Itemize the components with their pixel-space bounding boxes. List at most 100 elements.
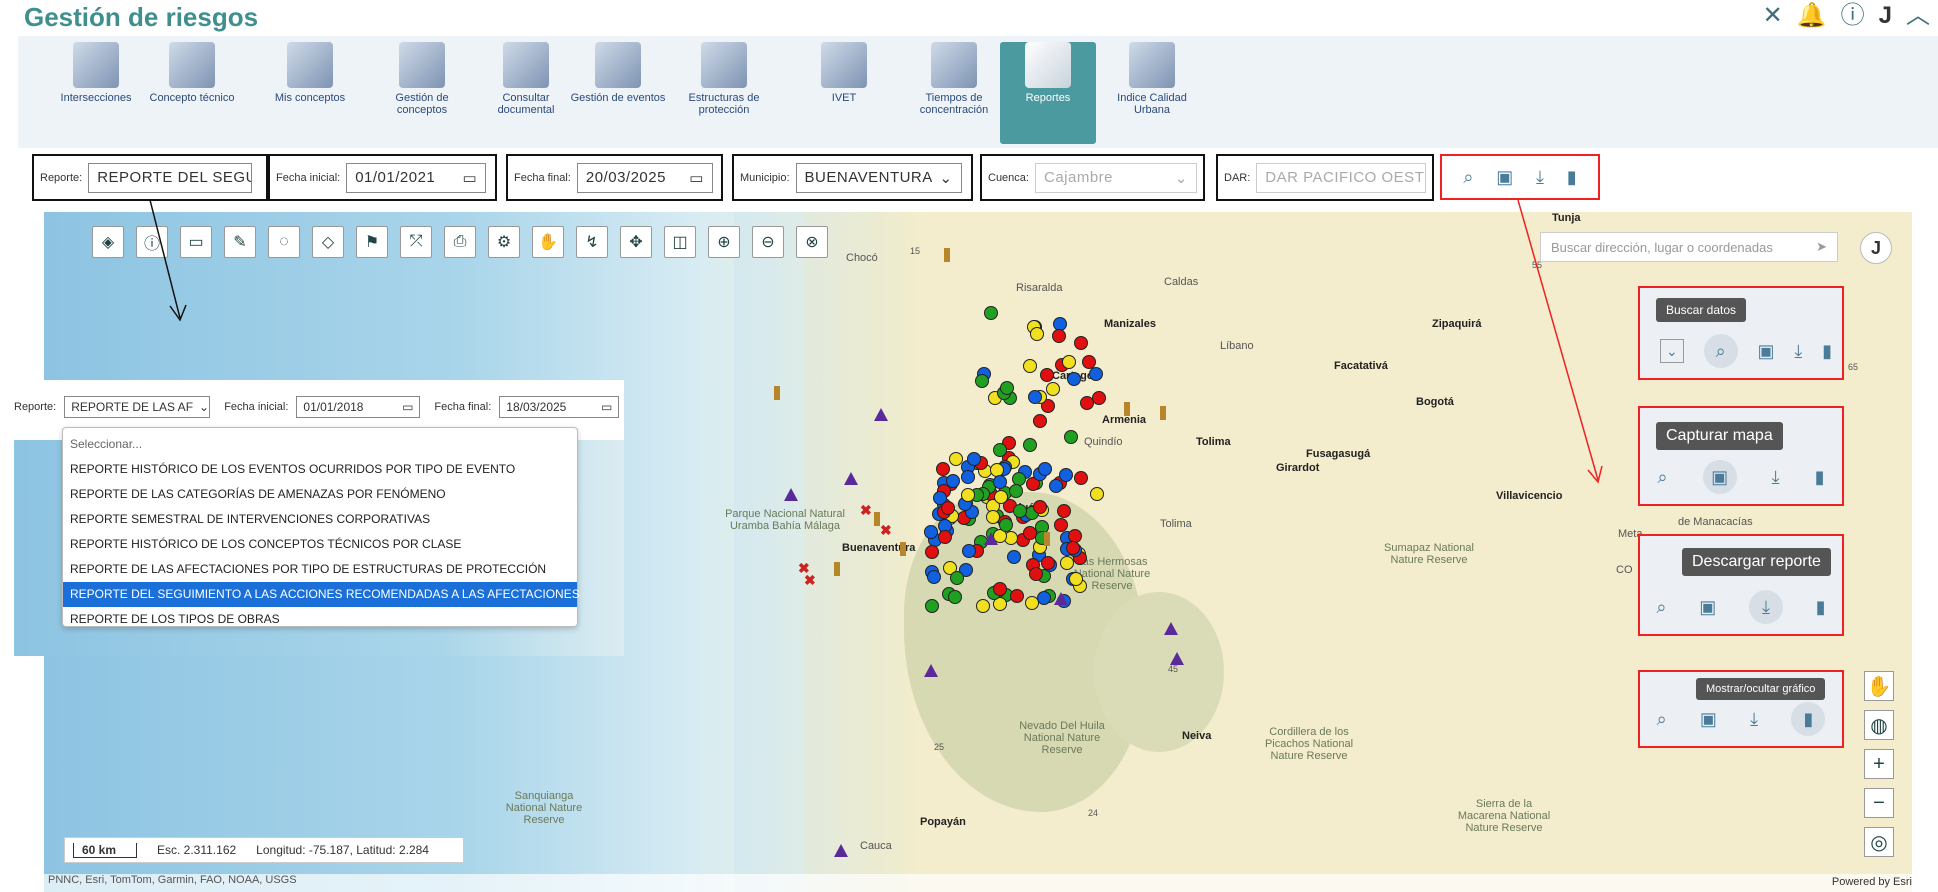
- structure-marker[interactable]: [984, 532, 998, 545]
- event-marker[interactable]: [1041, 555, 1055, 570]
- structure-marker[interactable]: [924, 664, 938, 677]
- download-report-icon[interactable]: ⤓: [1748, 590, 1783, 624]
- help-icon[interactable]: ⓘ: [1841, 2, 1865, 30]
- event-marker[interactable]: [1063, 430, 1078, 445]
- zoom-out-icon[interactable]: ⊖: [752, 226, 784, 258]
- event-marker[interactable]: [1023, 358, 1038, 373]
- download-report-icon[interactable]: ⤓: [1772, 467, 1780, 488]
- event-marker[interactable]: [1057, 503, 1072, 518]
- map-settings-icon[interactable]: ✕: [1763, 2, 1783, 30]
- chart-icon[interactable]: ▮: [1816, 597, 1826, 618]
- event-marker[interactable]: [949, 571, 964, 586]
- powered-by[interactable]: Powered by Esri: [1832, 876, 1912, 888]
- pin-marker[interactable]: [774, 386, 780, 400]
- module-6[interactable]: Gestión de eventos: [566, 42, 670, 138]
- eraser-icon[interactable]: ◇: [312, 226, 344, 258]
- module-3[interactable]: Mis conceptos: [258, 42, 362, 138]
- event-marker[interactable]: [940, 501, 955, 516]
- structure-marker[interactable]: [1054, 592, 1068, 605]
- move-icon[interactable]: ✥: [620, 226, 652, 258]
- event-marker[interactable]: [1039, 368, 1054, 383]
- capture-map-icon[interactable]: ▣: [1496, 167, 1513, 188]
- event-marker[interactable]: [1037, 462, 1052, 476]
- pan-icon[interactable]: ✋: [1864, 671, 1894, 701]
- event-marker[interactable]: [1062, 355, 1077, 370]
- event-marker[interactable]: [1046, 382, 1061, 397]
- module-10[interactable]: Reportes: [1000, 42, 1096, 144]
- event-marker[interactable]: [926, 569, 941, 584]
- pin-marker[interactable]: [834, 562, 840, 576]
- dropdown-option[interactable]: REPORTE DE LAS AFECTACIONES POR TIPO DE …: [63, 557, 577, 582]
- capture-map-icon[interactable]: ▣: [1702, 460, 1737, 494]
- clear-icon[interactable]: ⊗: [796, 226, 828, 258]
- structure-marker[interactable]: [874, 408, 888, 421]
- inset-fi-input[interactable]: 01/01/2018 ▭: [296, 396, 421, 418]
- locate-icon[interactable]: ◎: [1864, 827, 1894, 857]
- search-icon[interactable]: ⌕: [1656, 597, 1666, 618]
- structure-marker[interactable]: [1170, 652, 1184, 665]
- event-marker[interactable]: [986, 509, 1001, 524]
- event-marker[interactable]: [1024, 596, 1039, 611]
- map-search-input[interactable]: Buscar dirección, lugar o coordenadas ➤: [1540, 232, 1838, 262]
- event-marker[interactable]: [1023, 438, 1038, 453]
- event-marker[interactable]: [1009, 589, 1024, 604]
- dropdown-option[interactable]: REPORTE DEL SEGUIMIENTO A LAS ACCIONES R…: [63, 582, 580, 607]
- search-icon[interactable]: ⌕: [1703, 334, 1738, 368]
- swipe-icon[interactable]: ◫: [664, 226, 696, 258]
- download-report-icon[interactable]: ⤓: [1750, 709, 1758, 730]
- event-marker[interactable]: [1007, 549, 1022, 564]
- search-icon[interactable]: ⌕: [1463, 167, 1473, 188]
- pin-marker[interactable]: [944, 248, 950, 262]
- event-marker[interactable]: [1068, 571, 1083, 586]
- globe-icon[interactable]: ◍: [1864, 710, 1894, 740]
- fecha-final-input[interactable]: 20/03/2025 ▭: [576, 162, 713, 193]
- event-marker[interactable]: [1088, 366, 1103, 381]
- event-marker[interactable]: [1012, 503, 1027, 518]
- module-1[interactable]: Intersecciones: [44, 42, 148, 138]
- structure-marker[interactable]: [1164, 622, 1178, 635]
- event-marker[interactable]: [937, 529, 952, 544]
- info-icon[interactable]: ⓘ: [136, 226, 168, 258]
- event-marker[interactable]: [1037, 590, 1052, 605]
- event-marker[interactable]: [1032, 414, 1047, 429]
- search-icon[interactable]: ⌕: [1658, 467, 1668, 488]
- event-marker[interactable]: [966, 452, 981, 466]
- pin-marker[interactable]: [900, 542, 906, 556]
- chart-icon[interactable]: ▮: [1791, 702, 1826, 736]
- capture-map-icon[interactable]: ▣: [1699, 597, 1716, 618]
- map-settings-icon[interactable]: ⚙: [488, 226, 520, 258]
- chevron-down-icon[interactable]: ⌄: [1659, 339, 1684, 363]
- hand-icon[interactable]: ✋: [532, 226, 564, 258]
- module-4[interactable]: Gestión de conceptos: [370, 42, 474, 138]
- zoom-in-button[interactable]: +: [1864, 749, 1894, 779]
- event-marker[interactable]: [924, 525, 939, 540]
- event-marker[interactable]: [1030, 327, 1045, 342]
- x-marker[interactable]: ✖: [880, 522, 892, 539]
- inset-reporte-select[interactable]: REPORTE DE LAS AF ⌄: [64, 396, 211, 418]
- dropdown-option[interactable]: REPORTE HISTÓRICO DE LOS EVENTOS OCURRID…: [63, 457, 577, 482]
- event-marker[interactable]: [974, 373, 989, 388]
- x-marker[interactable]: ✖: [860, 502, 872, 519]
- send-icon[interactable]: ➤: [1816, 239, 1827, 255]
- chart-icon[interactable]: ▮: [1567, 167, 1577, 188]
- event-marker[interactable]: [945, 474, 960, 489]
- chart-icon[interactable]: ▮: [1822, 341, 1832, 362]
- municipio-select[interactable]: BUENAVENTURA ⌄: [795, 162, 962, 193]
- module-11[interactable]: Indice Calidad Urbana: [1100, 42, 1204, 138]
- event-marker[interactable]: [1023, 525, 1038, 540]
- lasso-icon[interactable]: ◌: [268, 226, 300, 258]
- event-marker[interactable]: [998, 518, 1013, 533]
- coordinates-icon[interactable]: ⤱: [400, 226, 432, 258]
- module-7[interactable]: Estructuras de protección: [672, 42, 776, 138]
- event-marker[interactable]: [960, 470, 975, 485]
- event-marker[interactable]: [947, 590, 962, 605]
- event-marker[interactable]: [1090, 487, 1105, 502]
- ruler-icon[interactable]: ▭: [180, 226, 212, 258]
- user-avatar[interactable]: J: [1879, 2, 1892, 30]
- download-report-icon[interactable]: ⤓: [1794, 341, 1802, 362]
- event-marker[interactable]: [1059, 555, 1074, 570]
- event-marker[interactable]: [1029, 566, 1044, 581]
- event-marker[interactable]: [1080, 396, 1095, 411]
- x-marker[interactable]: ✖: [804, 572, 816, 589]
- layers-icon[interactable]: ◈: [92, 226, 124, 258]
